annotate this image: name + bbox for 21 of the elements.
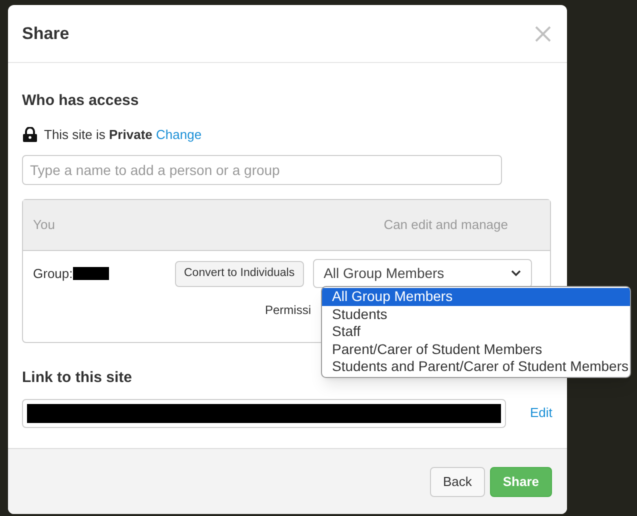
link-field[interactable] [22,398,506,428]
section-heading: Link to this site [22,368,134,388]
dropdown-option[interactable]: Staff [322,323,630,341]
section-heading: Who has access [22,91,140,111]
permission-note: Permissi [265,303,312,317]
privacy-text: This site is Private Change [44,126,202,144]
back-button[interactable]: Back [430,466,485,496]
group-label: Group: [33,264,73,283]
lock-icon [22,126,38,142]
dropdown-option[interactable]: All Group Members [322,288,630,306]
dropdown-option[interactable]: Students [322,306,630,324]
dropdown-option[interactable]: Students and Parent/Carer of Student Members [322,358,630,376]
change-link[interactable]: Change [156,126,202,142]
dropdown-option[interactable]: Parent/Carer of Student Members [322,340,630,358]
column-header: You [33,216,55,234]
search-field[interactable]: Type a name to add a person or a group [22,155,502,185]
convert-button[interactable]: Convert to Individuals [175,260,304,286]
dialog-title: Share [22,22,70,45]
chevron-down-icon [510,270,521,277]
edit-link[interactable]: Edit [530,403,552,423]
column-header: Can edit and manage [384,216,508,234]
